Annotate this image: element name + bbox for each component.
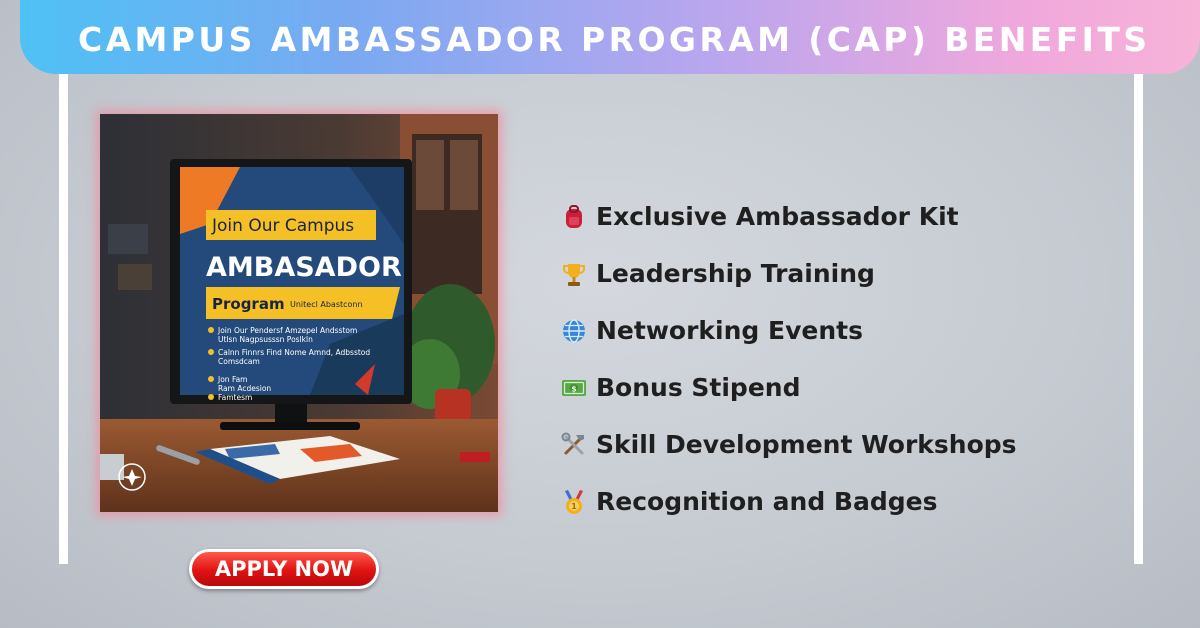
benefit-label: Bonus Stipend	[596, 373, 801, 402]
frame-rail-right	[1134, 74, 1143, 564]
header-banner: CAMPUS AMBASSADOR PROGRAM (CAP) BENEFITS	[20, 0, 1200, 74]
benefit-label: Recognition and Badges	[596, 487, 938, 516]
poster-bullet: Ram Acdesion	[218, 384, 271, 393]
benefit-item-stipend: $ Bonus Stipend	[560, 359, 1017, 416]
benefits-list: Exclusive Ambassador Kit Leadership Trai…	[560, 188, 1017, 530]
benefit-label: Networking Events	[596, 316, 863, 345]
benefit-item-recognition: 1 Recognition and Badges	[560, 473, 1017, 530]
benefit-item-networking: Networking Events	[560, 302, 1017, 359]
poster-line3: Program	[212, 295, 285, 313]
poster-bullet: Utlsn Nagpsusssn Poslkln	[218, 335, 313, 344]
benefit-label: Skill Development Workshops	[596, 430, 1017, 459]
benefit-item-kit: Exclusive Ambassador Kit	[560, 188, 1017, 245]
page-title: CAMPUS AMBASSADOR PROGRAM (CAP) BENEFITS	[78, 20, 1151, 59]
trophy-icon	[563, 263, 585, 286]
benefit-label: Exclusive Ambassador Kit	[596, 202, 959, 231]
poster-bullet: Calnn Finnrs Find Nome Amnd, Adbsstod	[218, 348, 370, 357]
benefit-item-workshops: Skill Development Workshops	[560, 416, 1017, 473]
benefit-label: Leadership Training	[596, 259, 875, 288]
backpack-icon	[566, 204, 582, 228]
poster-bullet: Famtesm	[218, 393, 252, 402]
frame-rail-left	[59, 74, 68, 564]
poster-illustration: Join Our Campus AMBASADOR Program Unitec…	[100, 114, 498, 512]
poster-bullet: Comsdcam	[218, 357, 260, 366]
promo-poster-image: Join Our Campus AMBASADOR Program Unitec…	[100, 114, 498, 512]
svg-text:$: $	[571, 384, 577, 393]
benefit-item-leadership: Leadership Training	[560, 245, 1017, 302]
poster-bullet: Jon Fam	[217, 375, 247, 384]
poster-line3-small: Unitecl Abastconn	[290, 300, 363, 309]
apply-now-button[interactable]: APPLY NOW	[189, 549, 379, 589]
tools-icon	[561, 432, 584, 454]
poster-bullet: Join Our Pendersf Amzepel Andsstom	[217, 326, 357, 335]
poster-line1: Join Our Campus	[211, 216, 354, 236]
svg-text:1: 1	[571, 502, 577, 511]
globe-icon	[563, 318, 585, 343]
money-icon: $	[562, 379, 586, 396]
poster-line2: AMBASADOR	[206, 252, 402, 283]
medal-icon: 1	[565, 489, 583, 514]
